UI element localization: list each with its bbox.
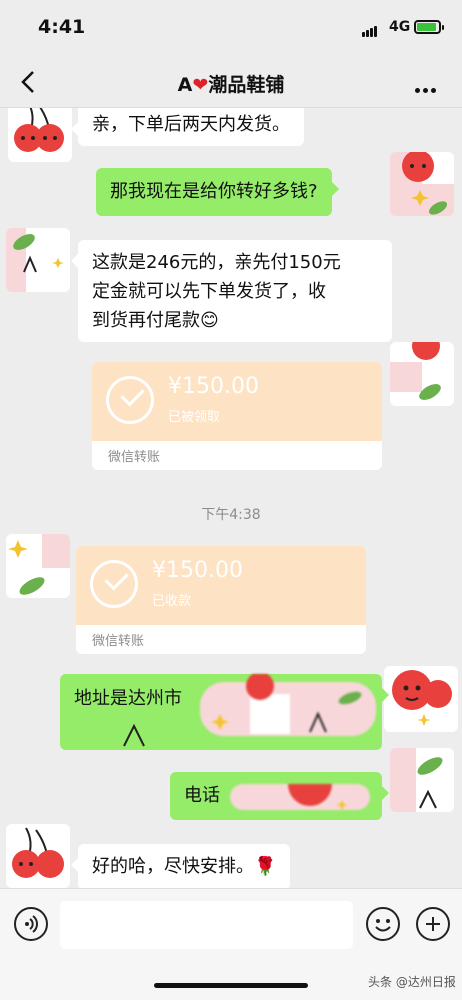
message-line: 这款是246元的，亲先付150元 xyxy=(92,252,341,273)
heart-icon: ❤ xyxy=(192,74,209,96)
sticker-decor xyxy=(123,723,145,747)
emoji-icon[interactable] xyxy=(366,907,400,941)
phone-text: 电话 xyxy=(184,785,220,806)
my-avatar[interactable] xyxy=(390,342,454,406)
home-indicator[interactable] xyxy=(154,983,308,988)
chat-header: A❤潮品鞋铺 xyxy=(0,56,462,108)
transfer-status: 已收款 xyxy=(152,594,192,609)
redaction-mask xyxy=(230,784,370,810)
transfer-amount: ¥150.00 xyxy=(152,558,243,583)
status-bar: 4:41 4G xyxy=(0,0,462,56)
my-avatar[interactable] xyxy=(390,748,454,812)
watermark: 头条 @达州日报 xyxy=(368,975,456,989)
message-incoming: 亲，下单后两天内发货。 xyxy=(71,108,304,146)
transfer-amount: ¥150.00 xyxy=(168,374,259,399)
message-incoming: 这款是246元的，亲先付150元 定金就可以先下单发货了，收 到货再付尾款😊 xyxy=(71,240,392,342)
my-avatar[interactable] xyxy=(390,152,454,216)
message-input[interactable] xyxy=(60,901,353,949)
chat-area[interactable]: 亲，下单后两天内发货。 那我现在是给你转好多钱? 这款是246元的，亲先付150… xyxy=(0,108,462,888)
add-more-icon[interactable] xyxy=(416,907,450,941)
contact-avatar[interactable] xyxy=(6,228,70,292)
message-incoming: 好的哈，尽快安排。🌹 xyxy=(70,844,291,888)
more-icon[interactable] xyxy=(415,78,439,97)
message-line: 到货再付尾款😊 xyxy=(92,310,219,331)
network-type: 4G xyxy=(389,19,411,35)
battery-icon xyxy=(414,20,444,34)
check-circle-icon xyxy=(106,376,154,424)
transfer-status: 已被领取 xyxy=(168,410,221,425)
my-avatar[interactable] xyxy=(384,666,458,732)
chat-title-prefix: A xyxy=(177,74,193,96)
message-outgoing: 那我现在是给你转好多钱? xyxy=(96,168,339,216)
chat-timestamp: 下午4:38 xyxy=(201,507,261,523)
status-time: 4:41 xyxy=(38,16,86,38)
contact-avatar[interactable] xyxy=(6,824,70,888)
transfer-label: 微信转账 xyxy=(108,450,161,465)
chat-title: A❤潮品鞋铺 xyxy=(0,70,462,97)
contact-avatar[interactable] xyxy=(8,108,72,162)
transfer-label: 微信转账 xyxy=(92,634,145,649)
chat-title-name: 潮品鞋铺 xyxy=(208,74,285,96)
redaction-mask xyxy=(200,674,376,736)
address-text: 地址是达州市 xyxy=(74,688,182,709)
signal-icon xyxy=(362,22,378,41)
check-circle-icon xyxy=(90,560,138,608)
voice-input-icon[interactable] xyxy=(14,907,48,941)
transfer-card[interactable]: ¥150.00 已收款 微信转账 xyxy=(76,546,366,654)
transfer-card[interactable]: ¥150.00 已被领取 微信转账 xyxy=(92,362,382,470)
message-line: 定金就可以先下单发货了，收 xyxy=(92,281,326,302)
contact-avatar[interactable] xyxy=(6,534,70,598)
